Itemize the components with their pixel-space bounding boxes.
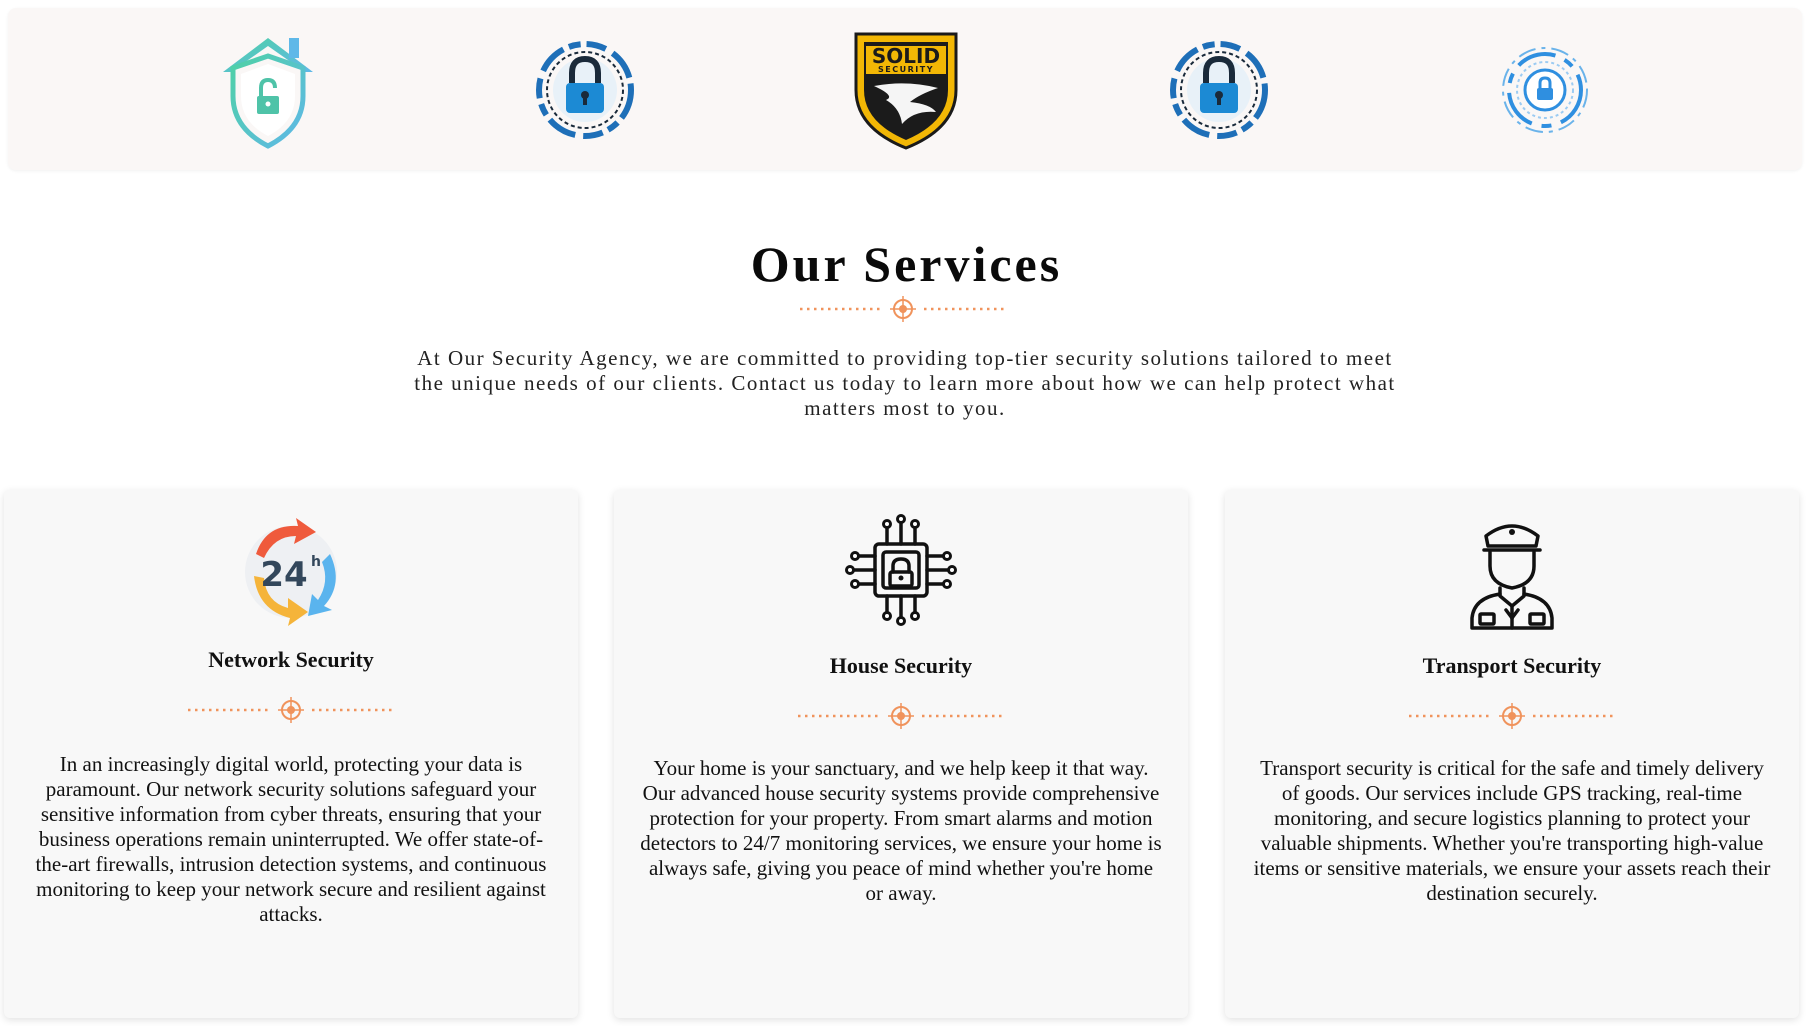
service-description: Transport security is critical for the s… — [1253, 756, 1771, 905]
service-title: Network Security — [208, 647, 374, 672]
circular-padlock-logo — [525, 28, 645, 152]
service-card-transport: Transport Security Transport security is… — [1225, 490, 1799, 1018]
circuit-lock-icon — [614, 514, 1188, 626]
divider-ornament — [798, 703, 1004, 729]
service-title: House Security — [829, 653, 973, 678]
service-card-house: House Security Your home is your sanctua… — [614, 490, 1188, 1018]
service-description: Your home is your sanctuary, and we help… — [640, 756, 1162, 905]
fingerprint-lock-logo — [1485, 28, 1605, 152]
circular-padlock-logo — [1159, 28, 1279, 152]
section-intro: At Our Security Agency, we are committed… — [414, 346, 1396, 420]
security-guard-icon — [1225, 514, 1799, 630]
24h-icon-sup: h — [311, 554, 321, 570]
partner-logo-strip: SOLID SECURITY — [8, 8, 1802, 170]
service-card-network: 24 h Network Security In an increasingly… — [4, 490, 578, 1018]
service-description: In an increasingly digital world, protec… — [35, 752, 547, 926]
divider-ornament — [800, 296, 1006, 322]
solid-security-logo-text-2: SECURITY — [878, 65, 934, 74]
solid-security-logo: SOLID SECURITY — [846, 28, 966, 152]
divider-ornament — [1409, 703, 1615, 729]
24h-icon-number: 24 — [260, 555, 307, 595]
service-title: Transport Security — [1422, 653, 1602, 678]
house-shield-lock-logo — [208, 28, 328, 152]
divider-ornament — [188, 697, 394, 723]
24h-icon: 24 h — [4, 514, 578, 626]
section-title: Our Services — [750, 236, 1063, 292]
